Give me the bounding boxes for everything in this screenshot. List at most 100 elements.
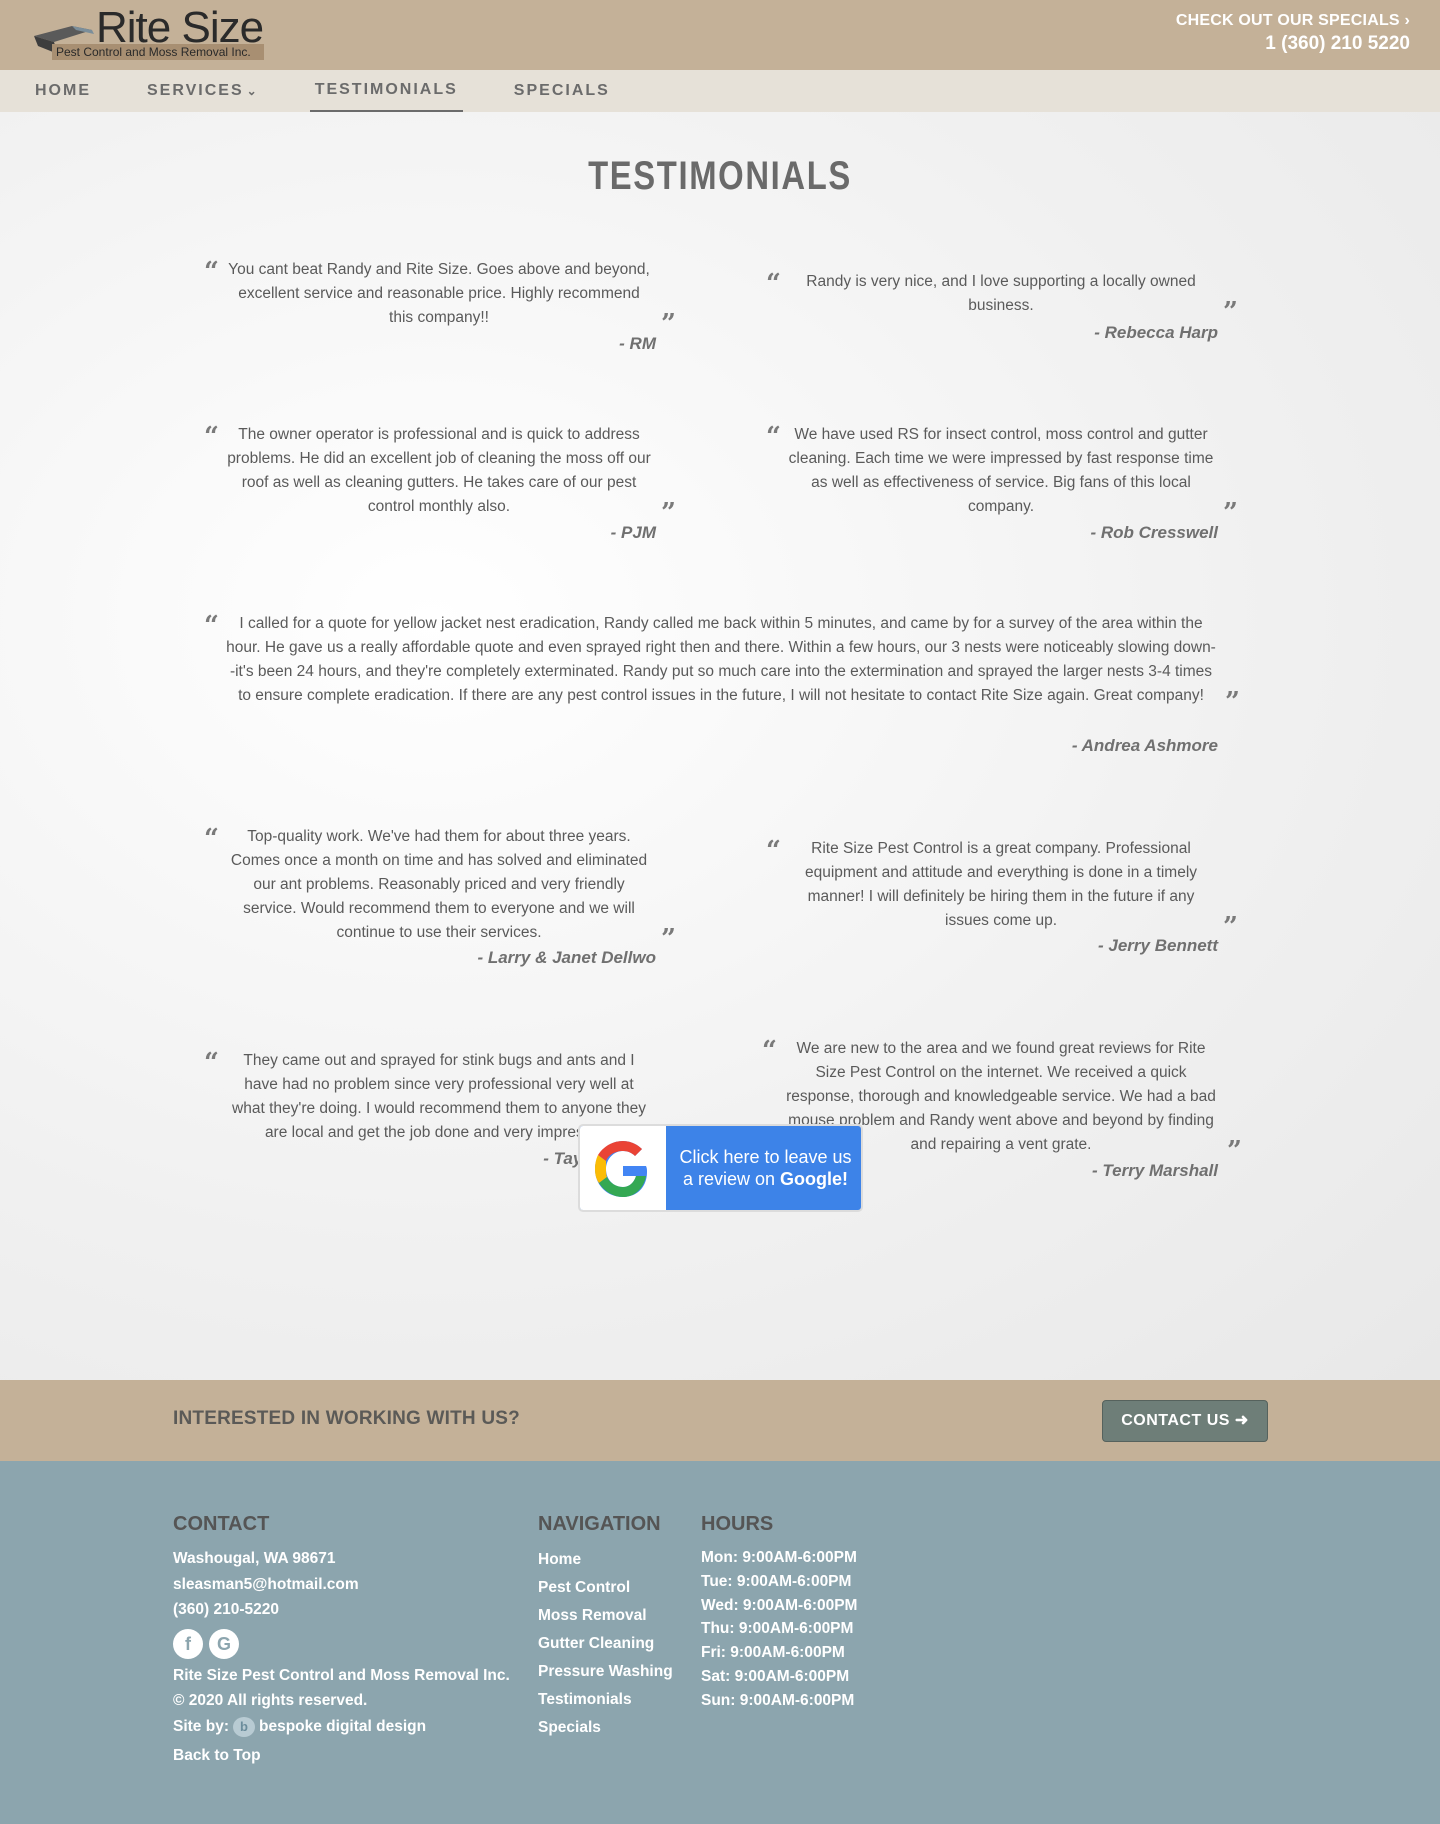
testimonial-author: - Rob Cresswell	[1090, 523, 1218, 542]
site-header: Rite Size Pest Control and Moss Removal …	[0, 0, 1440, 70]
testimonial-author: - PJM	[610, 523, 656, 542]
testimonial-text: Top-quality work. We've had them for abo…	[230, 828, 648, 941]
testimonial-author: - Andrea Ashmore	[1071, 736, 1218, 755]
footer-email[interactable]: sleasman5@hotmail.com	[173, 1572, 510, 1598]
nav-label: SPECIALS	[513, 82, 610, 99]
testimonial-text: I called for a quote for yellow jacket n…	[226, 615, 1216, 704]
open-quote-icon: “	[204, 611, 219, 641]
open-quote-icon: “	[204, 422, 219, 452]
footer-heading: HOURS	[701, 1513, 774, 1535]
google-brand-text: Google!	[780, 1169, 849, 1189]
testimonial-author: - Rebecca Harp	[1094, 323, 1218, 342]
testimonial-quote: “ The owner operator is professional and…	[204, 423, 676, 526]
nav-label: TESTIMONIALS	[314, 81, 458, 98]
testimonial-quote: “ I called for a quote for yellow jacket…	[204, 612, 1240, 715]
footer-link-specials[interactable]: Specials	[538, 1714, 673, 1742]
header-contact: CHECK OUT OUR SPECIALS › 1 (360) 210 522…	[1176, 12, 1410, 55]
testimonial-quote: “ We have used RS for insect control, mo…	[766, 423, 1238, 526]
nav-specials[interactable]: SPECIALS	[509, 70, 615, 112]
testimonial-quote: “ Rite Size Pest Control is a great comp…	[766, 837, 1238, 940]
footer-address: Washougal, WA 98671	[173, 1550, 336, 1567]
nav-services[interactable]: SERVICES ⌄	[142, 70, 264, 112]
contact-us-button[interactable]: CONTACT US ➜	[1102, 1400, 1268, 1442]
testimonial-text: We have used RS for insect control, moss…	[788, 426, 1214, 515]
testimonial-author: - RM	[619, 334, 656, 353]
nav-label: HOME	[35, 82, 91, 99]
nav-label: SERVICES	[147, 82, 244, 99]
google-review-button[interactable]: Click here to leave us a review on Googl…	[578, 1124, 863, 1212]
footer-link-gutter-cleaning[interactable]: Gutter Cleaning	[538, 1630, 673, 1658]
footer-heading: NAVIGATION	[538, 1513, 661, 1535]
close-quote-icon: ”	[661, 309, 676, 339]
close-quote-icon: ”	[661, 924, 676, 954]
chevron-down-icon: ⌄	[246, 84, 259, 98]
open-quote-icon: “	[766, 269, 781, 299]
main-nav: HOME SERVICES ⌄ TESTIMONIALS SPECIALS	[0, 70, 1440, 112]
open-quote-icon: “	[204, 257, 219, 287]
footer-link-pest-control[interactable]: Pest Control	[538, 1574, 673, 1602]
chevron-right-icon: ›	[1404, 12, 1410, 29]
site-footer: CONTACT Washougal, WA 98671 sleasman5@ho…	[0, 1461, 1440, 1824]
footer-link-testimonials[interactable]: Testimonials	[538, 1686, 673, 1714]
footer-navigation: NAVIGATION Home Pest Control Moss Remova…	[538, 1513, 673, 1742]
hours-line: Fri: 9:00AM-6:00PM	[701, 1644, 845, 1662]
social-links: f G	[173, 1628, 510, 1659]
close-quote-icon: ”	[1227, 1136, 1242, 1166]
hours-line: Mon: 9:00AM-6:00PM	[701, 1549, 857, 1566]
site-by-label: Site by:	[173, 1717, 229, 1735]
open-quote-icon: “	[204, 824, 219, 854]
specials-link[interactable]: CHECK OUT OUR SPECIALS ›	[1176, 12, 1410, 30]
open-quote-icon: “	[766, 836, 781, 866]
hours-line: Sun: 9:00AM-6:00PM	[701, 1691, 855, 1709]
bespoke-logo-icon: b	[232, 1716, 255, 1737]
google-g-icon	[580, 1126, 666, 1210]
nav-home[interactable]: HOME	[30, 70, 96, 112]
footer-contact: CONTACT Washougal, WA 98671 sleasman5@ho…	[173, 1513, 510, 1768]
footer-copyright: © 2020 All rights reserved.	[173, 1692, 368, 1710]
close-quote-icon: ”	[661, 498, 676, 528]
logo-subtitle: Pest Control and Moss Removal Inc.	[52, 44, 264, 60]
hours-line: Sat: 9:00AM-6:00PM	[701, 1667, 850, 1685]
cta-band: INTERESTED IN WORKING WITH US? CONTACT U…	[0, 1380, 1440, 1461]
google-review-label: Click here to leave us a review on Googl…	[668, 1146, 861, 1190]
close-quote-icon: ”	[1223, 912, 1238, 942]
testimonial-quote: “ Randy is very nice, and I love support…	[766, 270, 1238, 325]
footer-site-by: Site by: b bespoke digital design	[173, 1714, 510, 1740]
footer-company: Rite Size Pest Control and Moss Removal …	[173, 1666, 510, 1684]
close-quote-icon: ”	[1225, 687, 1240, 717]
open-quote-icon: “	[766, 422, 781, 452]
specials-link-label: CHECK OUT OUR SPECIALS	[1175, 12, 1400, 29]
hours-line: Thu: 9:00AM-6:00PM	[701, 1620, 854, 1638]
facebook-icon[interactable]: f	[173, 1628, 203, 1659]
testimonial-text: The owner operator is professional and i…	[227, 426, 651, 515]
testimonial-text: Rite Size Pest Control is a great compan…	[804, 840, 1198, 929]
testimonial-text: You cant beat Randy and Rite Size. Goes …	[228, 261, 650, 326]
testimonial-author: - Jerry Bennett	[1098, 936, 1218, 955]
cta-text: INTERESTED IN WORKING WITH US?	[173, 1408, 520, 1429]
footer-link-pressure-washing[interactable]: Pressure Washing	[538, 1658, 673, 1686]
testimonial-quote: “ You cant beat Randy and Rite Size. Goe…	[204, 258, 676, 337]
open-quote-icon: “	[204, 1048, 219, 1078]
close-quote-icon: ”	[1223, 297, 1238, 327]
open-quote-icon: “	[762, 1036, 777, 1066]
testimonial-quote: “ Top-quality work. We've had them for a…	[204, 825, 676, 952]
google-review-line2: a review on	[682, 1169, 781, 1189]
footer-hours: HOURS Mon: 9:00AM-6:00PM Tue: 9:00AM-6:0…	[701, 1513, 857, 1713]
back-to-top-link[interactable]: Back to Top	[173, 1743, 510, 1769]
google-icon[interactable]: G	[209, 1628, 239, 1659]
google-review-line1: Click here to leave us	[679, 1147, 852, 1167]
footer-link-moss-removal[interactable]: Moss Removal	[538, 1602, 673, 1630]
site-by-link[interactable]: bespoke digital design	[259, 1718, 426, 1735]
testimonial-author: - Larry & Janet Dellwo	[477, 948, 656, 967]
close-quote-icon: ”	[1223, 498, 1238, 528]
logo[interactable]: Rite Size Pest Control and Moss Removal …	[30, 6, 270, 62]
testimonial-text: Randy is very nice, and I love supportin…	[806, 273, 1196, 314]
hours-line: Wed: 9:00AM-6:00PM	[701, 1596, 858, 1614]
hours-line: Tue: 9:00AM-6:00PM	[701, 1572, 852, 1590]
footer-heading: CONTACT	[173, 1513, 270, 1535]
page-title: TESTIMONIALS	[588, 154, 852, 198]
footer-link-home[interactable]: Home	[538, 1546, 673, 1574]
nav-testimonials[interactable]: TESTIMONIALS	[309, 70, 463, 112]
footer-phone[interactable]: (360) 210-5220	[173, 1597, 510, 1623]
header-phone[interactable]: 1 (360) 210 5220	[1176, 33, 1410, 55]
